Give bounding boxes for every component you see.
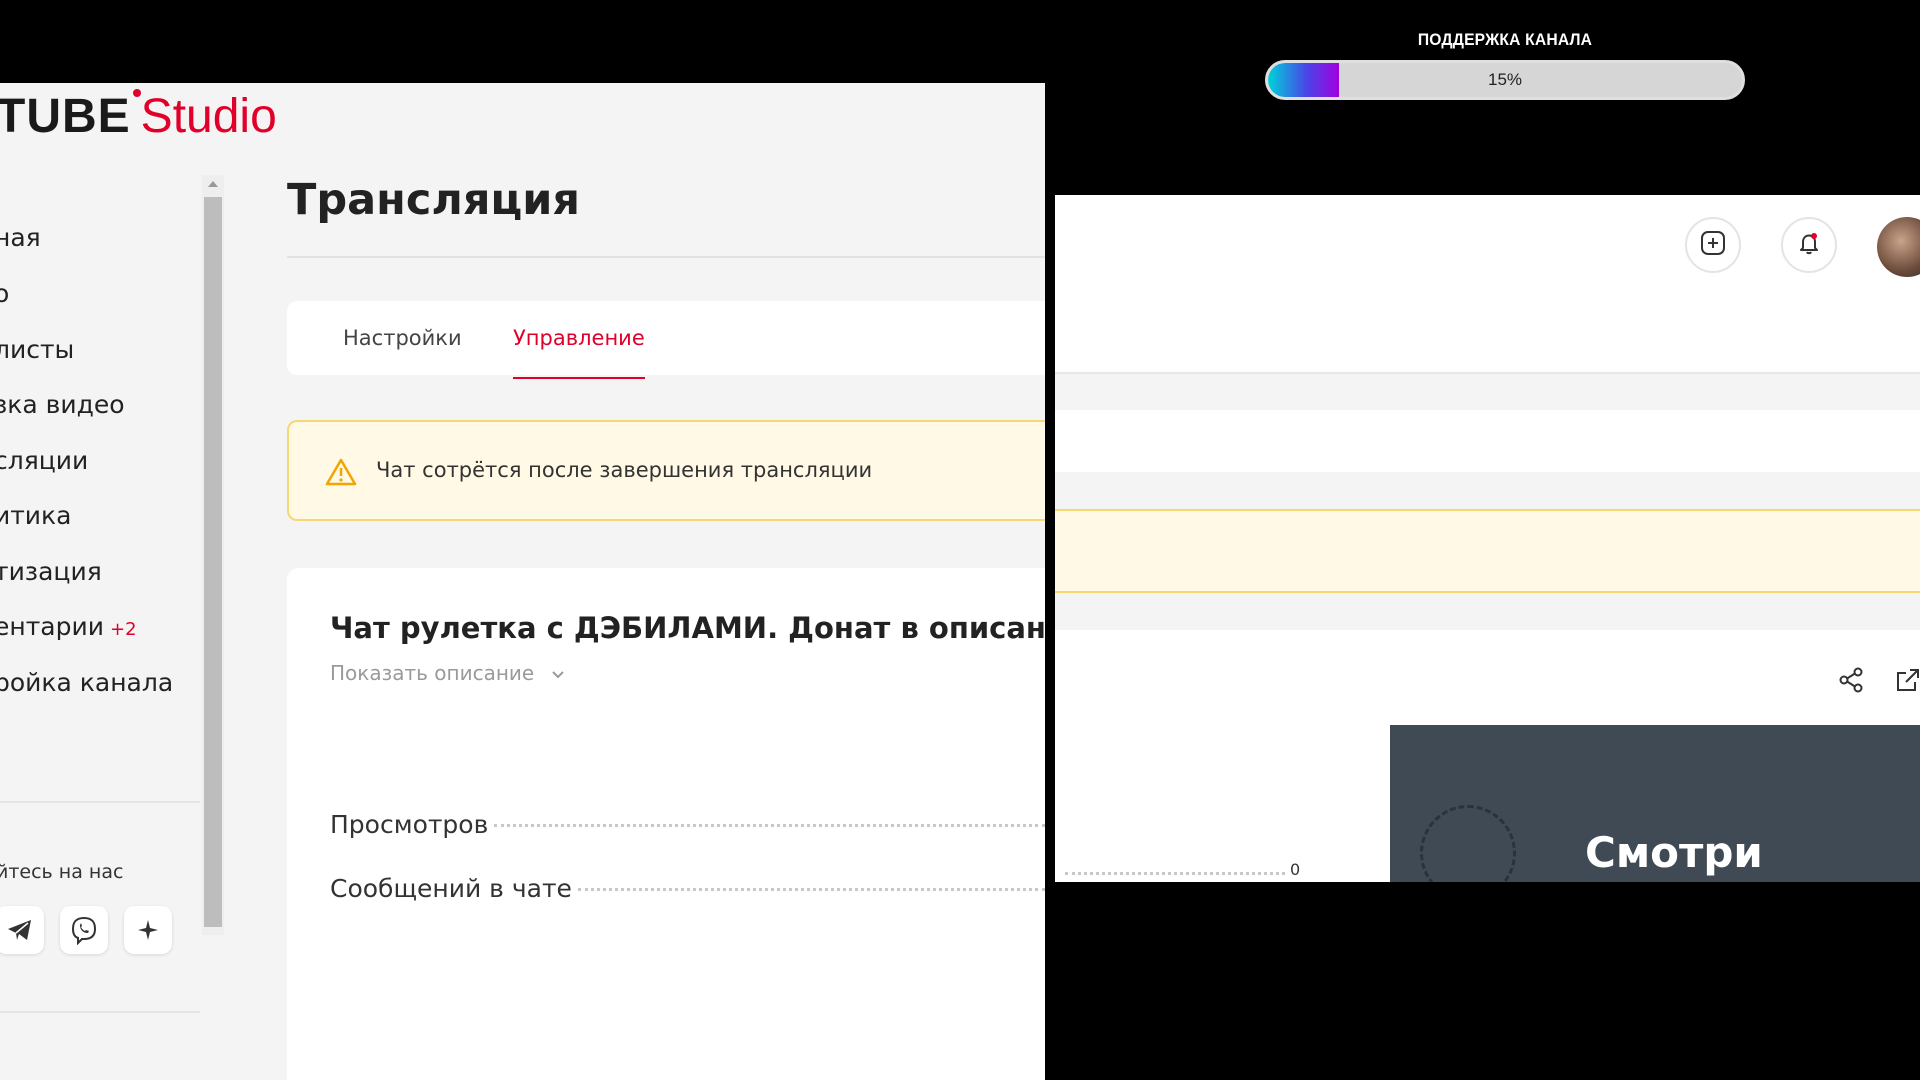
show-description-toggle[interactable]: Показать описание bbox=[330, 661, 565, 685]
studio-logo[interactable]: TUBE Studio bbox=[0, 87, 277, 147]
logo-tube-text: TUBE bbox=[0, 90, 131, 143]
page-title: Трансляция bbox=[287, 175, 581, 225]
stream-card: Чат рулетка с ДЭБИЛАМИ. Донат в описании… bbox=[287, 568, 1045, 1080]
stat-views: Просмотров bbox=[330, 810, 1045, 839]
sidebar-divider bbox=[0, 801, 200, 803]
follow-us-label: йтесь на нас bbox=[0, 861, 124, 883]
loading-ring bbox=[1420, 805, 1516, 882]
comments-badge: +2 bbox=[109, 619, 137, 640]
title-divider bbox=[287, 256, 1045, 258]
sidebar-divider bbox=[0, 1011, 200, 1013]
tabs-bar: Настройки Управление bbox=[287, 301, 1045, 379]
sidebar-item-main[interactable]: ная bbox=[0, 223, 41, 252]
sidebar-item-label: ройка канала bbox=[0, 668, 174, 697]
warning-text: Чат сотрётся после завершения трансляции bbox=[376, 458, 873, 482]
warning-icon bbox=[325, 458, 357, 490]
tab-settings[interactable]: Настройки bbox=[343, 301, 462, 375]
add-icon bbox=[1699, 229, 1727, 261]
notifications-button[interactable] bbox=[1781, 217, 1837, 273]
stat-views-label: Просмотров bbox=[330, 810, 489, 839]
sidebar-item-video[interactable]: о bbox=[0, 279, 9, 308]
sidebar-item-label: зка видео bbox=[0, 390, 125, 419]
sidebar-scrollbar[interactable] bbox=[202, 175, 224, 935]
studio-window: TUBE Studio ная о листы зка видео сляции … bbox=[0, 83, 1045, 1080]
scroll-up-arrow[interactable] bbox=[208, 181, 218, 187]
sidebar-item-analytics[interactable]: итика bbox=[0, 501, 71, 530]
sidebar-item-label: тизация bbox=[0, 557, 102, 586]
sidebar-item-upload[interactable]: зка видео bbox=[0, 390, 125, 419]
show-description-label: Показать описание bbox=[330, 661, 535, 685]
sidebar-item-label: ная bbox=[0, 223, 41, 252]
sidebar-item-channel-settings[interactable]: ройка канала bbox=[0, 668, 173, 697]
sparkle-icon[interactable] bbox=[124, 906, 172, 954]
preview-text: Смотри bbox=[1585, 828, 1763, 877]
sidebar-item-streams[interactable]: сляции bbox=[0, 446, 88, 475]
stat-dots bbox=[1065, 872, 1285, 875]
add-button[interactable] bbox=[1685, 217, 1741, 273]
chevron-down-icon bbox=[551, 661, 565, 685]
telegram-icon[interactable] bbox=[0, 906, 44, 954]
bell-icon bbox=[1795, 229, 1823, 261]
sidebar-item-label: итика bbox=[0, 501, 72, 530]
logo-dot bbox=[132, 89, 141, 97]
support-progress-bar: 15% bbox=[1265, 60, 1745, 100]
sidebar-item-label: сляции bbox=[0, 446, 89, 475]
chat-warning-alert bbox=[1055, 509, 1920, 593]
stream-title: Чат рулетка с ДЭБИЛАМИ. Донат в описании bbox=[330, 611, 1045, 645]
top-header bbox=[1055, 195, 1920, 374]
channel-support-widget: ПОДДЕРЖКА КАНАЛА 15% bbox=[1265, 30, 1745, 100]
share-icon[interactable] bbox=[1836, 665, 1866, 699]
support-title: ПОДДЕРЖКА КАНАЛА bbox=[1417, 30, 1593, 49]
external-link-icon[interactable] bbox=[1893, 665, 1920, 699]
stat-value: 0 bbox=[1290, 860, 1301, 879]
avatar[interactable] bbox=[1877, 217, 1920, 277]
stat-chat-messages: Сообщений в чате bbox=[330, 874, 1045, 903]
tab-management[interactable]: Управление bbox=[513, 301, 645, 379]
stat-dots bbox=[577, 888, 1045, 891]
chat-warning-alert: Чат сотрётся после завершения трансляции bbox=[287, 420, 1045, 521]
studio-window-overlay: 0 Смотри bbox=[1055, 195, 1920, 882]
sidebar-item-label: о bbox=[0, 279, 10, 308]
scrollbar-thumb[interactable] bbox=[204, 197, 222, 927]
sidebar-item-playlists[interactable]: листы bbox=[0, 335, 74, 364]
logo-studio-text: Studio bbox=[140, 90, 277, 143]
sidebar-item-comments[interactable]: ентарии +2 bbox=[0, 612, 137, 641]
stat-chat-messages-label: Сообщений в чате bbox=[330, 874, 572, 903]
stream-preview[interactable]: Смотри bbox=[1390, 725, 1920, 882]
sidebar-item-monetization[interactable]: тизация bbox=[0, 557, 102, 586]
support-progress-label: 15% bbox=[1487, 70, 1523, 89]
stat-dots bbox=[494, 824, 1045, 827]
sidebar-item-label: листы bbox=[0, 335, 75, 364]
sidebar-item-label: ентарии bbox=[0, 612, 104, 641]
viber-icon[interactable] bbox=[60, 906, 108, 954]
tabs-bar bbox=[1055, 410, 1920, 472]
